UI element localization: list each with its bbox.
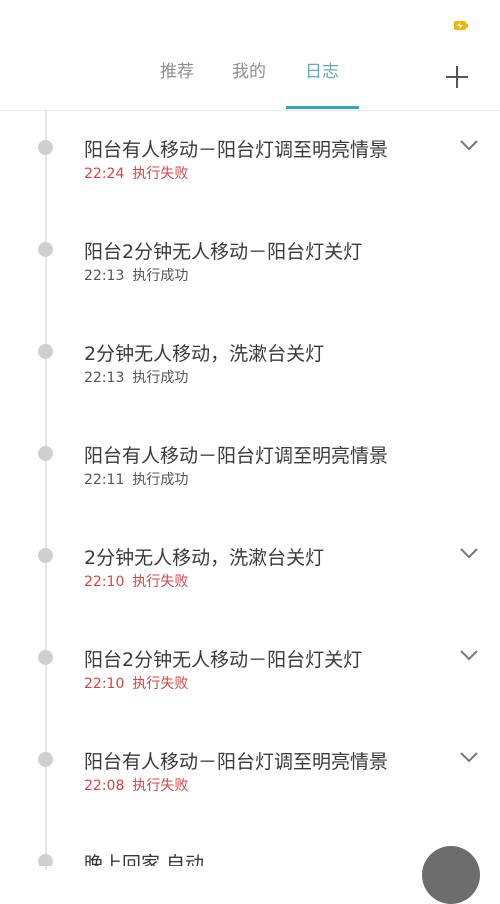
log-meta: 22:08 执行失败 <box>84 775 188 795</box>
tab-recommend[interactable]: 推荐 <box>160 60 194 84</box>
log-entry[interactable]: 阳台2分钟无人移动－阳台灯关灯 22:10 执行失败 <box>0 640 500 730</box>
log-status: 执行成功 <box>132 370 189 386</box>
log-meta: 22:10 执行失败 <box>84 673 188 693</box>
timeline-dot <box>38 140 53 155</box>
log-entry[interactable]: 阳台有人移动－阳台灯调至明亮情景 22:24 执行失败 <box>0 130 500 220</box>
log-time: 22:11 <box>84 472 125 488</box>
tab-log[interactable]: 日志 <box>305 60 339 84</box>
log-title: 阳台2分钟无人移动－阳台灯关灯 <box>84 649 363 671</box>
chevron-down-icon[interactable] <box>459 750 479 764</box>
log-entry[interactable]: 阳台有人移动－阳台灯调至明亮情景 22:08 执行失败 <box>0 742 500 832</box>
log-status: 执行失败 <box>132 574 189 590</box>
timeline-dot <box>38 752 53 767</box>
log-time: 22:24 <box>84 166 125 182</box>
log-title: 2分钟无人移动，洗漱台关灯 <box>84 547 325 569</box>
chevron-down-icon[interactable] <box>459 648 479 662</box>
log-entry[interactable]: 阳台有人移动－阳台灯调至明亮情景 22:11 执行成功 <box>0 436 500 526</box>
log-time: 22:08 <box>84 778 125 794</box>
log-status: 执行失败 <box>132 778 189 794</box>
log-title: 2分钟无人移动，洗漱台关灯 <box>84 343 325 365</box>
timeline-dot <box>38 446 53 461</box>
tab-bar: 推荐 我的 日志 <box>0 0 500 111</box>
log-status: 执行成功 <box>132 472 189 488</box>
timeline-dot <box>38 344 53 359</box>
timeline-dot <box>38 854 53 866</box>
tab-active-indicator <box>286 106 359 109</box>
tab-mine[interactable]: 我的 <box>232 60 266 84</box>
log-title: 阳台2分钟无人移动－阳台灯关灯 <box>84 241 363 263</box>
floating-action-icon[interactable] <box>422 846 480 904</box>
log-meta: 22:13 执行成功 <box>84 265 188 285</box>
plus-icon[interactable] <box>444 64 470 90</box>
log-status: 执行成功 <box>132 268 189 284</box>
log-entry[interactable]: 2分钟无人移动，洗漱台关灯 22:10 执行失败 <box>0 538 500 628</box>
log-status: 执行失败 <box>132 166 189 182</box>
chevron-down-icon[interactable] <box>459 138 479 152</box>
log-entry[interactable]: 阳台2分钟无人移动－阳台灯关灯 22:13 执行成功 <box>0 232 500 322</box>
timeline-dot <box>38 650 53 665</box>
log-meta: 22:24 执行失败 <box>84 163 188 183</box>
timeline-dot <box>38 548 53 563</box>
log-entry[interactable]: 2分钟无人移动，洗漱台关灯 22:13 执行成功 <box>0 334 500 424</box>
log-time: 22:10 <box>84 574 125 590</box>
log-time: 22:13 <box>84 370 125 386</box>
log-status: 执行失败 <box>132 676 189 692</box>
log-title: 阳台有人移动－阳台灯调至明亮情景 <box>84 751 389 773</box>
log-meta: 22:13 执行成功 <box>84 367 188 387</box>
log-meta: 22:11 执行成功 <box>84 469 188 489</box>
log-meta: 22:10 执行失败 <box>84 571 188 591</box>
log-title: 阳台有人移动－阳台灯调至明亮情景 <box>84 139 389 161</box>
log-title: 晚上回家 自动 <box>84 853 205 866</box>
log-title: 阳台有人移动－阳台灯调至明亮情景 <box>84 445 389 467</box>
timeline-dot <box>38 242 53 257</box>
chevron-down-icon[interactable] <box>459 546 479 560</box>
log-time: 22:10 <box>84 676 125 692</box>
log-time: 22:13 <box>84 268 125 284</box>
